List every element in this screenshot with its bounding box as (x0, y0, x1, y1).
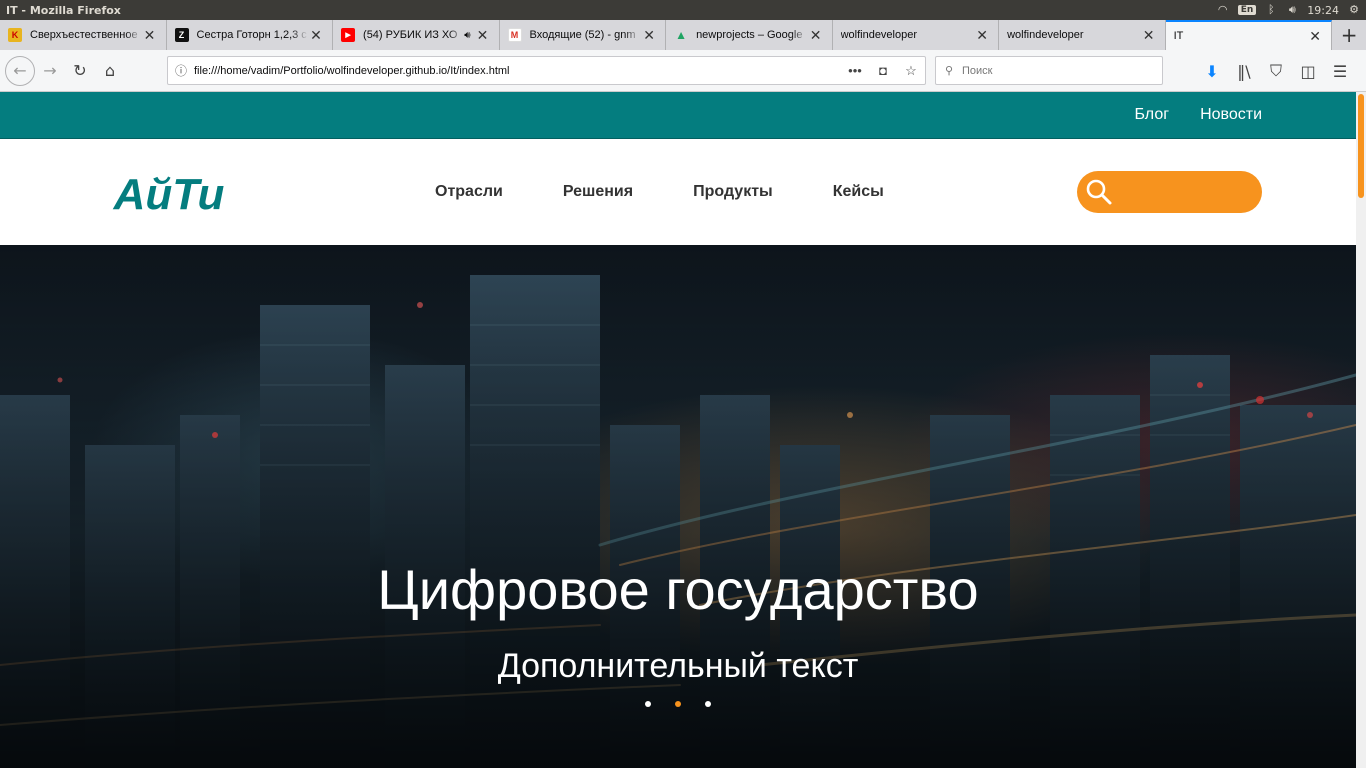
settings-gear-icon[interactable]: ⚙ (1348, 4, 1360, 16)
close-tab-icon[interactable]: ✕ (1141, 27, 1157, 44)
blog-link[interactable]: Блог (1134, 106, 1169, 124)
browser-tab[interactable]: ▲ newprojects – Google ✕ (666, 20, 833, 50)
tab-label: wolfindeveloper (840, 29, 918, 41)
tab-label: IT (1173, 30, 1184, 42)
home-icon: ⌂ (104, 61, 116, 80)
youtube-favicon-icon: ▶ (341, 28, 356, 42)
system-tray: ◠ En ᛒ 🔊︎ 19:24 ⚙ (1217, 4, 1366, 17)
bluetooth-icon[interactable]: ᛒ (1265, 4, 1277, 16)
navigation-toolbar: ← → ↻ ⌂ ⓘ file:///home/vadim/Portfolio/w… (0, 50, 1366, 92)
google-drive-favicon-icon: ▲ (675, 28, 687, 42)
search-bar[interactable]: ⚲ Поиск (935, 56, 1163, 85)
info-icon[interactable]: ⓘ (168, 62, 194, 79)
new-tab-button[interactable]: + (1332, 20, 1366, 50)
slider-dot[interactable] (705, 701, 711, 707)
search-icon: ⚲ (944, 65, 954, 77)
close-tab-icon[interactable]: ✕ (475, 27, 491, 44)
url-text[interactable]: file:///home/vadim/Portfolio/wolfindevel… (194, 65, 841, 77)
browser-tab-active[interactable]: IT ✕ (1165, 20, 1333, 50)
close-tab-icon[interactable]: ✕ (808, 27, 824, 44)
privacy-shield-button[interactable]: ⛉ (1260, 56, 1292, 86)
browser-tab[interactable]: wolfindeveloper ✕ (999, 20, 1166, 50)
clock[interactable]: 19:24 (1307, 4, 1339, 17)
search-placeholder: Поиск (962, 64, 993, 77)
menu-button[interactable]: ☰ (1324, 56, 1356, 86)
bookmark-star-icon[interactable]: ☆ (897, 63, 925, 79)
arrow-right-icon: → (43, 61, 57, 80)
hero-title: Цифровое государство (377, 558, 979, 621)
web-page: Блог Новости АйТи Отрасли Решения Продук… (0, 92, 1356, 768)
wifi-icon[interactable]: ◠ (1217, 4, 1229, 16)
tab-label: newprojects – Google (696, 29, 803, 41)
slider-pagination (645, 701, 711, 707)
keyboard-layout-indicator[interactable]: En (1237, 5, 1257, 15)
aiti-logo[interactable]: АйТи (94, 171, 244, 216)
main-nav: Отрасли Решения Продукты Кейсы (435, 183, 884, 201)
pocket-icon[interactable]: ◘ (869, 63, 897, 78)
slider-dot[interactable] (645, 701, 651, 707)
downloads-button[interactable]: ⬇ (1196, 56, 1228, 86)
sidebar-button[interactable]: ◫ (1292, 56, 1324, 86)
search-icon[interactable] (1085, 178, 1113, 206)
gmail-favicon-icon: M (507, 28, 522, 42)
browser-tab[interactable]: Z Сестра Готорн 1,2,3 с ✕ (167, 20, 334, 50)
city-background-image (0, 245, 1356, 768)
shield-icon: ⛉ (1269, 61, 1282, 80)
page-actions-icon[interactable]: ••• (841, 63, 869, 78)
logo-text: АйТи (113, 171, 225, 216)
tab-label: wolfindeveloper (1007, 29, 1084, 41)
reload-icon: ↻ (73, 61, 87, 80)
volume-icon[interactable]: 🔊︎ (1286, 4, 1298, 16)
page-scrollbar[interactable] (1356, 92, 1366, 768)
library-button[interactable]: ‖\ (1228, 56, 1260, 86)
plus-icon: + (1340, 23, 1358, 47)
browser-tab[interactable]: M Входящие (52) - gnm ✕ (500, 20, 667, 50)
nav-cases[interactable]: Кейсы (833, 183, 884, 201)
window-title: IT - Mozilla Firefox (6, 3, 121, 17)
download-arrow-icon: ⬇ (1205, 61, 1219, 81)
hamburger-menu-icon: ☰ (1332, 61, 1348, 81)
nav-solutions[interactable]: Решения (563, 183, 633, 201)
home-button[interactable]: ⌂ (95, 56, 125, 86)
top-links-bar: Блог Новости (0, 92, 1356, 139)
arrow-left-icon: ← (13, 61, 27, 80)
close-tab-icon[interactable]: ✕ (142, 27, 158, 44)
tab-label: Входящие (52) - gnm (529, 29, 636, 41)
browser-tab[interactable]: ▶ (54) РУБИК ИЗ ХО 🔊︎ ✕ (333, 20, 500, 50)
tab-label: (54) РУБИК ИЗ ХО (363, 29, 458, 41)
sidebar-icon: ◫ (1300, 61, 1316, 81)
nav-industries[interactable]: Отрасли (435, 183, 503, 201)
library-icon: ‖\ (1237, 61, 1251, 81)
reload-button[interactable]: ↻ (65, 56, 95, 86)
tab-label: Сверхъестественное (30, 29, 138, 41)
tab-strip: K Сверхъестественное ✕ Z Сестра Готорн 1… (0, 20, 1366, 50)
nav-products[interactable]: Продукты (693, 183, 773, 201)
close-tab-icon[interactable]: ✕ (1307, 28, 1323, 45)
browser-tab[interactable]: K Сверхъестественное ✕ (0, 20, 167, 50)
news-link[interactable]: Новости (1200, 106, 1262, 124)
site-search-input[interactable] (1077, 171, 1262, 213)
url-bar[interactable]: ⓘ file:///home/vadim/Portfolio/wolfindev… (167, 56, 926, 85)
close-tab-icon[interactable]: ✕ (308, 27, 324, 44)
zona-favicon-icon: Z (174, 28, 189, 42)
toolbar-right: ⬇ ‖\ ⛉ ◫ ☰ (1196, 56, 1356, 86)
tab-label: Сестра Готорн 1,2,3 с (196, 29, 307, 41)
site-header: АйТи Отрасли Решения Продукты Кейсы (0, 139, 1356, 245)
slider-dot-active[interactable] (675, 701, 681, 707)
close-tab-icon[interactable]: ✕ (641, 27, 657, 44)
os-top-panel: IT - Mozilla Firefox ◠ En ᛒ 🔊︎ 19:24 ⚙ (0, 0, 1366, 20)
forward-button[interactable]: → (35, 56, 65, 86)
browser-tab[interactable]: wolfindeveloper ✕ (833, 20, 1000, 50)
hero-subtitle: Дополнительный текст (497, 647, 859, 685)
hero-slider: Цифровое государство Дополнительный текс… (0, 245, 1356, 768)
tab-audio-icon[interactable]: 🔊︎ (464, 30, 470, 41)
scrollbar-thumb[interactable] (1358, 94, 1364, 198)
kinopoisk-favicon-icon: K (8, 28, 22, 42)
back-button[interactable]: ← (5, 55, 35, 86)
close-tab-icon[interactable]: ✕ (974, 27, 990, 44)
